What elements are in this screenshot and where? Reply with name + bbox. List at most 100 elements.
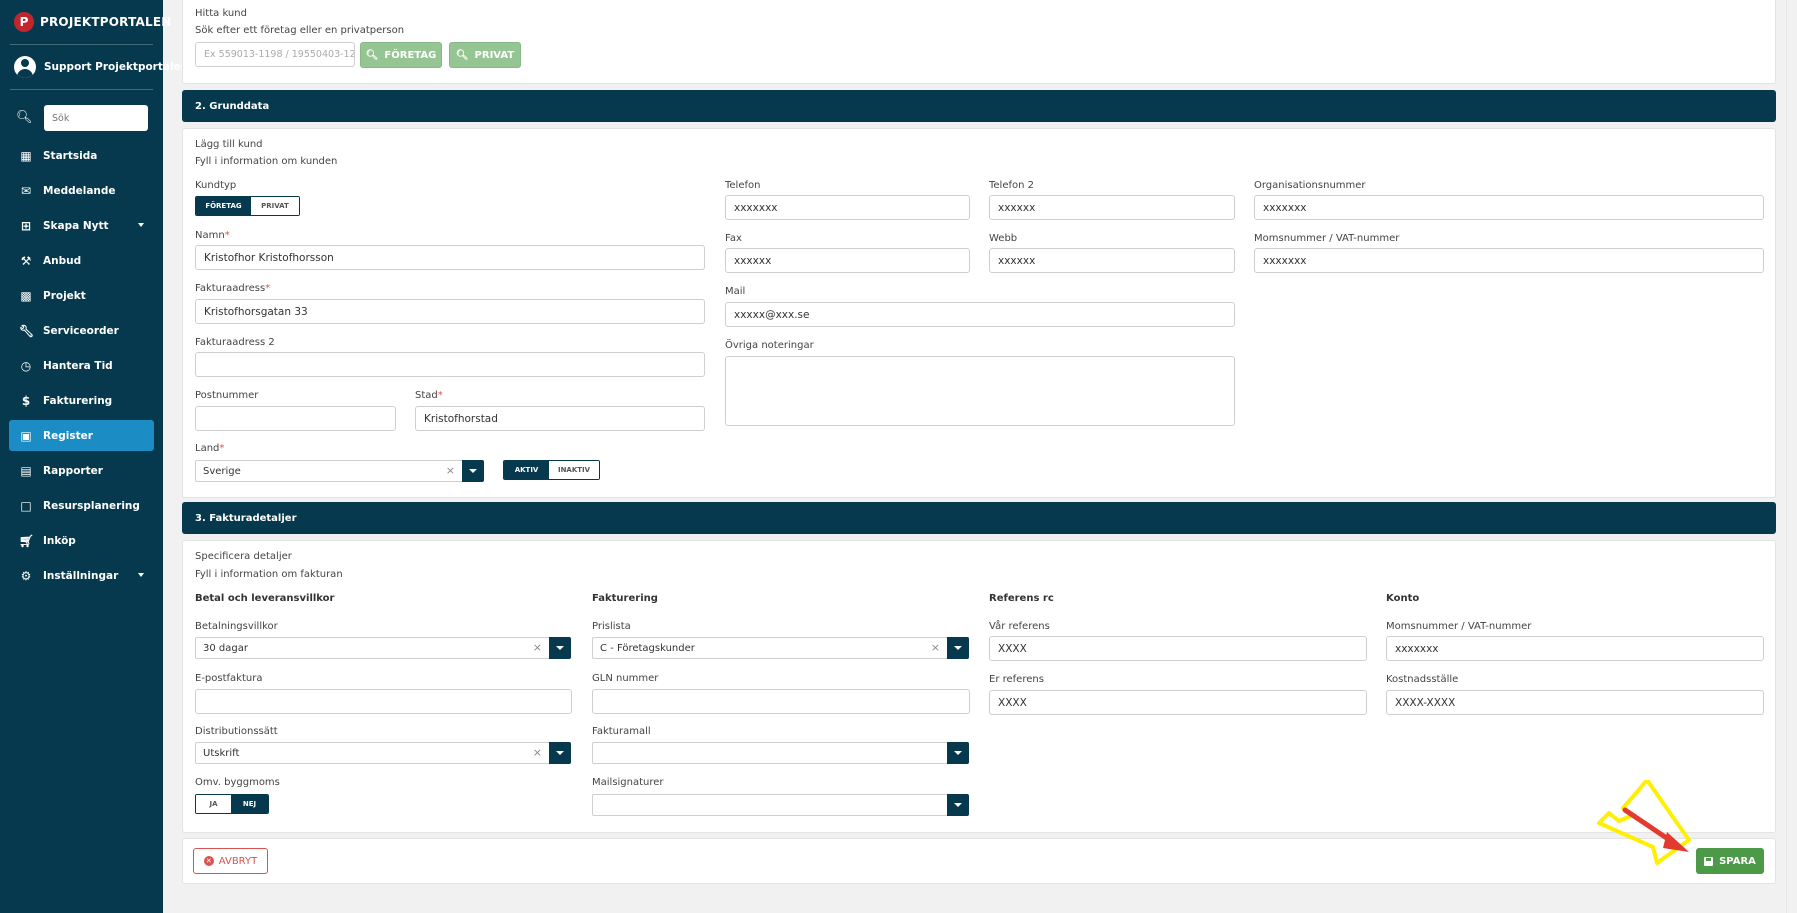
mail-input[interactable]: xxxxx@xxx.se xyxy=(725,302,1235,327)
kostnadsstalle-input[interactable]: XXXX-XXXX xyxy=(1386,690,1764,715)
er-referens-input[interactable]: XXXX xyxy=(989,690,1367,715)
status-option-aktiv[interactable]: AKTIV xyxy=(504,461,550,479)
namn-label: Namn* xyxy=(195,230,230,241)
search-private-button[interactable]: 🔍︎ PRIVAT xyxy=(449,42,521,68)
fakturaadress-label: Fakturaadress* xyxy=(195,283,271,294)
land-select[interactable]: Sverige × xyxy=(195,460,484,482)
sidebar-item-hantera-tid[interactable]: ◷ Hantera Tid xyxy=(9,350,154,381)
kundtyp-label: Kundtyp xyxy=(195,180,237,191)
fakturamall-label: Fakturamall xyxy=(592,726,651,737)
sidebar-item-label: Startsida xyxy=(43,149,98,162)
betalningsvillkor-select[interactable]: 30 dagar × xyxy=(195,637,571,659)
brand-logo-icon: P xyxy=(14,12,34,32)
chevron-down-icon[interactable] xyxy=(549,742,571,764)
sidebar-item-label: Inköp xyxy=(43,534,76,547)
sidebar-item-startsida[interactable]: ▦ Startsida xyxy=(9,140,154,171)
land-select-value: Sverige xyxy=(203,465,241,477)
user-profile[interactable]: Support Projektportalen xyxy=(14,56,188,78)
fakturaadress-input[interactable]: Kristofhorsgatan 33 xyxy=(195,299,705,324)
sidebar-item-skapa-nytt[interactable]: ⊞ Skapa Nytt xyxy=(9,210,154,241)
sidebar-item-serviceorder[interactable]: 🔧︎ Serviceorder xyxy=(9,315,154,346)
sidebar-item-resursplanering[interactable]: □ Resursplanering xyxy=(9,490,154,521)
sidebar-item-inkop[interactable]: 🛒︎ Inköp xyxy=(9,525,154,556)
clear-icon[interactable]: × xyxy=(931,641,940,654)
clear-icon[interactable]: × xyxy=(533,641,542,654)
stad-input[interactable]: Kristofhorstad xyxy=(415,406,705,431)
save-label: SPARA xyxy=(1719,855,1756,867)
sidebar-item-installningar[interactable]: ⚙ Inställningar xyxy=(9,560,154,591)
dollar-icon: $ xyxy=(21,393,31,408)
telefon-input[interactable]: xxxxxxx xyxy=(725,195,970,220)
sidebar-item-label: Resursplanering xyxy=(43,499,140,512)
notes-textarea[interactable] xyxy=(725,356,1235,426)
omv-byggmoms-label: Omv. byggmoms xyxy=(195,777,280,788)
stad-label-text: Stad xyxy=(415,390,438,401)
fakturaadress2-input[interactable] xyxy=(195,352,705,377)
webb-label: Webb xyxy=(989,233,1018,244)
col-title-konto: Konto xyxy=(1386,593,1420,604)
webb-input[interactable]: xxxxxx xyxy=(989,248,1235,273)
moms-input[interactable]: xxxxxxx xyxy=(1254,248,1764,273)
brand[interactable]: P PROJEKTPORTALEN xyxy=(14,12,172,32)
wrench-icon: 🔧︎ xyxy=(19,323,35,338)
prislista-select[interactable]: C - Företagskunder × xyxy=(592,637,969,659)
mailsignaturer-select[interactable] xyxy=(592,794,969,816)
namn-input[interactable]: Kristofhor Kristofhorsson xyxy=(195,245,705,270)
postnummer-input[interactable] xyxy=(195,406,396,431)
annotation-arrow-icon xyxy=(1597,780,1691,865)
telefon2-input[interactable]: xxxxxx xyxy=(989,195,1235,220)
chevron-down-icon[interactable] xyxy=(947,794,969,816)
omv-option-nej[interactable]: NEJ xyxy=(231,795,268,813)
fax-input[interactable]: xxxxxx xyxy=(725,248,970,273)
gln-input[interactable] xyxy=(592,689,970,714)
omv-option-ja[interactable]: JA xyxy=(196,795,232,813)
find-customer-search-input[interactable]: Ex 559013-1198 / 19550403-1289 xyxy=(195,42,355,67)
chevron-down-icon[interactable] xyxy=(947,742,969,764)
chevron-down-icon[interactable] xyxy=(462,460,484,482)
clear-icon[interactable]: × xyxy=(446,464,455,477)
stad-label: Stad* xyxy=(415,390,443,401)
col-title-betal: Betal och leveransvillkor xyxy=(195,593,335,604)
chevron-down-icon[interactable] xyxy=(947,637,969,659)
avatar-icon xyxy=(14,56,36,78)
kundtyp-option-foretag[interactable]: FÖRETAG xyxy=(196,197,251,215)
search-company-button[interactable]: 🔍︎ FÖRETAG xyxy=(360,42,442,68)
sidebar-search-input[interactable] xyxy=(44,105,148,131)
moms-label: Momsnummer / VAT-nummer xyxy=(1254,233,1400,244)
fakturamall-select[interactable] xyxy=(592,742,969,764)
search-private-label: PRIVAT xyxy=(474,49,515,61)
fakturadetaljer-title: Specificera detaljer xyxy=(195,551,292,562)
status-option-inaktiv[interactable]: INAKTIV xyxy=(549,461,599,479)
sidebar-item-label: Projekt xyxy=(43,289,86,302)
prislista-label: Prislista xyxy=(592,621,631,632)
distribution-select[interactable]: Utskrift × xyxy=(195,742,571,764)
chevron-down-icon[interactable] xyxy=(549,637,571,659)
grunddata-title: Lägg till kund xyxy=(195,139,263,150)
land-label: Land* xyxy=(195,443,225,454)
kundtyp-option-privat[interactable]: PRIVAT xyxy=(250,197,299,215)
sidebar-item-label: Inställningar xyxy=(43,569,119,582)
betalningsvillkor-value: 30 dagar xyxy=(203,642,248,654)
clear-icon[interactable]: × xyxy=(533,746,542,759)
var-referens-input[interactable]: XXXX xyxy=(989,636,1367,661)
fakturaadress-label-text: Fakturaadress xyxy=(195,283,266,294)
cancel-button[interactable]: ✕ AVBRYT xyxy=(193,848,268,874)
sidebar-item-projekt[interactable]: ▩ Projekt xyxy=(9,280,154,311)
sidebar-item-label: Skapa Nytt xyxy=(43,219,109,232)
sidebar-item-register[interactable]: ▣ Register xyxy=(9,420,154,451)
epostfaktura-input[interactable] xyxy=(195,689,572,714)
search-icon: 🔍︎ xyxy=(455,49,469,61)
er-referens-label: Er referens xyxy=(989,674,1044,685)
scrollbar[interactable] xyxy=(1786,0,1797,913)
org-input[interactable]: xxxxxxx xyxy=(1254,195,1764,220)
search-icon: 🔍︎ xyxy=(365,49,379,61)
sidebar-item-rapporter[interactable]: ▤ Rapporter xyxy=(9,455,154,486)
sidebar-item-label: Meddelande xyxy=(43,184,116,197)
konto-moms-input[interactable]: xxxxxxx xyxy=(1386,636,1764,661)
sidebar-item-fakturering[interactable]: $ Fakturering xyxy=(9,385,154,416)
sidebar-item-anbud[interactable]: ⚒ Anbud xyxy=(9,245,154,276)
epostfaktura-label: E-postfaktura xyxy=(195,673,263,684)
find-customer-panel: Hitta kund Sök efter ett företag eller e… xyxy=(182,0,1776,84)
sidebar-item-meddelande[interactable]: ✉ Meddelande xyxy=(9,175,154,206)
cart-icon: 🛒︎ xyxy=(19,533,35,548)
